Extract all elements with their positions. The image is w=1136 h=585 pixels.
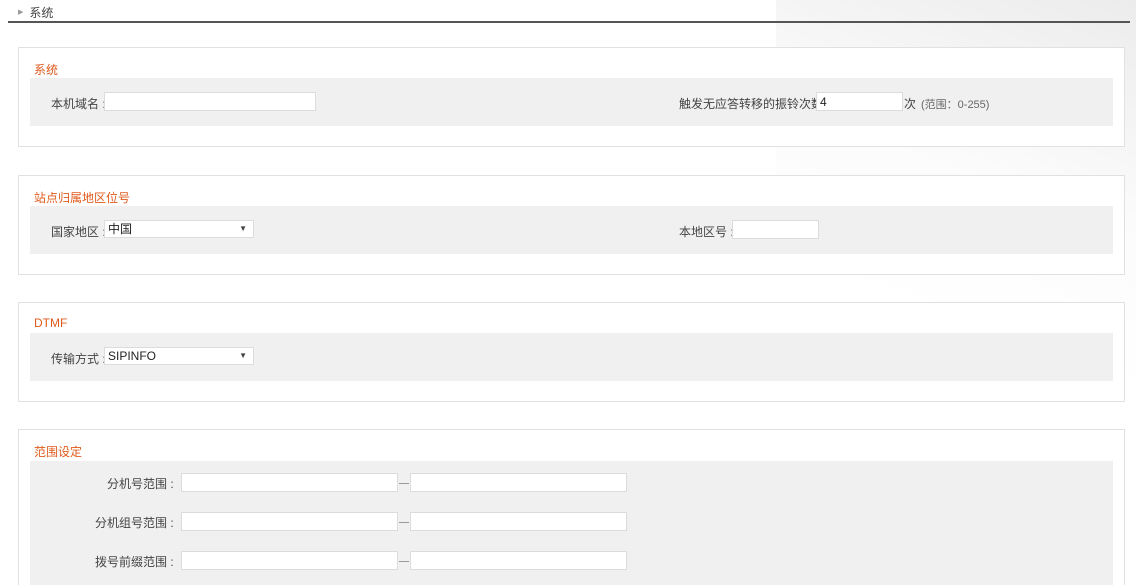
chevron-down-icon: ▼	[239, 351, 247, 360]
ext-range-to-input[interactable]	[410, 473, 627, 492]
prefix-range-label: 拨号前缀范围 :	[95, 555, 174, 569]
range-panel-body: 分机号范围 : 分机组号范围 : 拨号前缀范围 :	[30, 461, 1113, 585]
dtmf-panel-body: 传输方式 : SIPINFO ▼	[30, 333, 1113, 381]
group-range-to-input[interactable]	[410, 512, 627, 531]
country-select[interactable]: 中国 ▼	[104, 220, 254, 238]
range-separator	[399, 483, 409, 484]
range-panel-title: 范围设定	[34, 445, 83, 459]
range-separator	[399, 522, 409, 523]
prefix-range-to-input[interactable]	[410, 551, 627, 570]
dtmf-mode-select-value: SIPINFO	[108, 349, 157, 363]
ext-range-from-input[interactable]	[181, 473, 398, 492]
country-select-value: 中国	[108, 222, 133, 236]
area-code-input[interactable]	[732, 220, 819, 239]
range-separator	[399, 561, 409, 562]
group-range-label: 分机组号范围 :	[95, 516, 174, 530]
range-panel: 范围设定 分机号范围 : 分机组号范围 : 拨号前缀范围 :	[18, 429, 1125, 585]
ring-count-label: 触发无应答转移的振铃次数 :	[679, 97, 830, 111]
group-range-from-input[interactable]	[181, 512, 398, 531]
ring-count-unit: 次	[904, 97, 917, 111]
system-panel-body: 本机域名 : 触发无应答转移的振铃次数 : 次 (范围：0-255)	[30, 78, 1113, 126]
chevron-down-icon: ▼	[239, 224, 247, 233]
country-label: 国家地区 :	[51, 225, 106, 239]
area-code-label: 本地区号 :	[679, 225, 734, 239]
system-panel: 系统 本机域名 : 触发无应答转移的振铃次数 : 次 (范围：0-255)	[18, 47, 1125, 147]
ring-count-input[interactable]	[816, 92, 903, 111]
ext-range-label: 分机号范围 :	[107, 477, 174, 491]
dtmf-panel-title: DTMF	[34, 316, 68, 330]
breadcrumb-label: 系统	[29, 6, 54, 20]
hostname-label: 本机域名 :	[51, 97, 106, 111]
prefix-range-from-input[interactable]	[181, 551, 398, 570]
caret-right-icon: ▶	[18, 8, 24, 16]
breadcrumb: ▶ 系统	[18, 5, 53, 21]
breadcrumb-divider	[8, 21, 1130, 23]
system-panel-title: 系统	[34, 63, 59, 77]
dtmf-mode-select[interactable]: SIPINFO ▼	[104, 347, 254, 365]
site-panel-body: 国家地区 : 中国 ▼ 本地区号 :	[30, 206, 1113, 254]
site-panel: 站点归属地区位号 国家地区 : 中国 ▼ 本地区号 :	[18, 175, 1125, 275]
site-panel-title: 站点归属地区位号	[34, 191, 131, 205]
dtmf-panel: DTMF 传输方式 : SIPINFO ▼	[18, 302, 1125, 402]
dtmf-mode-label: 传输方式 :	[51, 352, 106, 366]
ring-count-hint: (范围：0-255)	[921, 99, 990, 111]
hostname-input[interactable]	[104, 92, 316, 111]
